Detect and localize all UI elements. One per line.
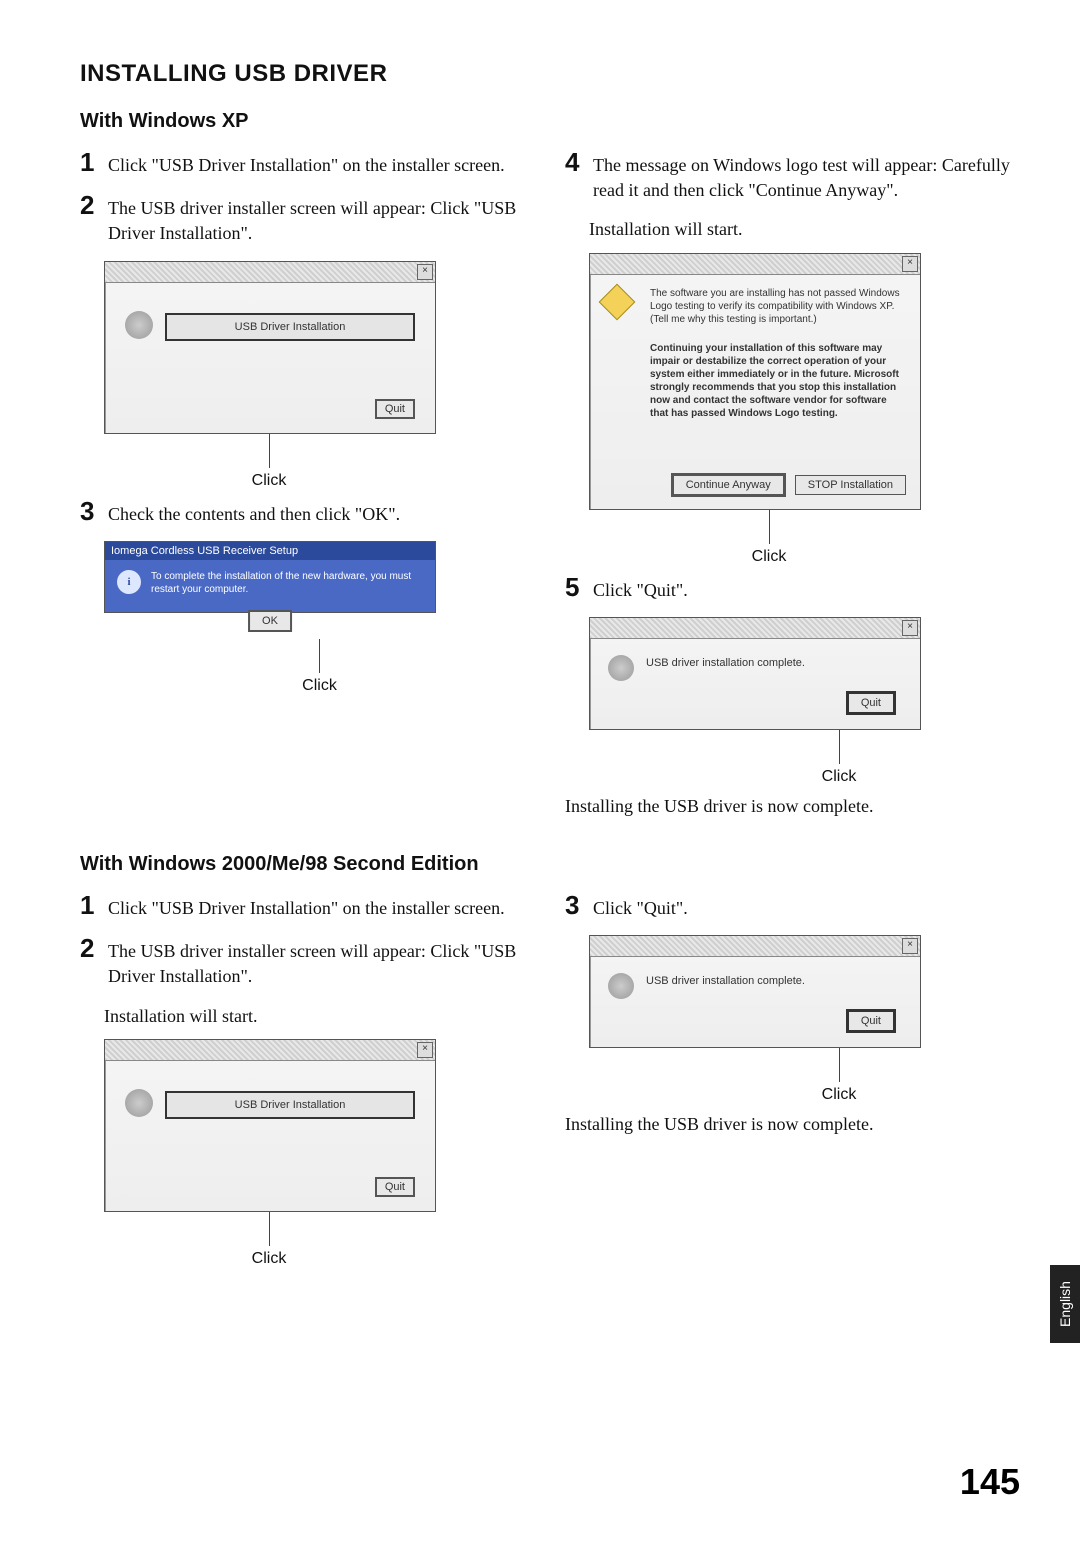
dialog-titlebar: Iomega Cordless USB Receiver Setup (105, 542, 435, 560)
w2k-complete-text: Installing the USB driver is now complet… (565, 1112, 1020, 1137)
dialog-installer: × USB Driver Installation Quit (104, 261, 436, 434)
step-number: 2 (80, 192, 100, 218)
w2k-step-3: 3 Click "Quit". (565, 892, 1020, 921)
pointer-line (769, 510, 770, 544)
continue-anyway-button[interactable]: Continue Anyway (671, 473, 786, 497)
dialog-message: To complete the installation of the new … (151, 570, 423, 596)
language-tab-label: English (1057, 1281, 1073, 1327)
stop-installation-button[interactable]: STOP Installation (795, 475, 906, 495)
w2k-col-left: 1 Click "USB Driver Installation" on the… (80, 892, 535, 1276)
xp-step-3: 3 Check the contents and then click "OK"… (80, 498, 535, 527)
w2k-columns: 1 Click "USB Driver Installation" on the… (80, 892, 1020, 1276)
dialog-titlebar: × (590, 254, 920, 275)
xp-figure-logo-warning: × The software you are installing has no… (589, 253, 1020, 566)
xp-step-1: 1 Click "USB Driver Installation" on the… (80, 149, 535, 178)
dialog-text-1: The software you are installing has not … (650, 287, 904, 326)
click-label: Click (822, 768, 857, 786)
section-heading-xp: With Windows XP (80, 110, 1020, 133)
xp-figure-installer: × USB Driver Installation Quit Click (104, 261, 535, 490)
dialog-installer: × USB Driver Installation Quit (104, 1039, 436, 1212)
cd-icon (125, 311, 153, 339)
quit-button[interactable]: Quit (375, 1177, 415, 1197)
manual-page: INSTALLING USB DRIVER With Windows XP 1 … (0, 0, 1080, 1543)
pointer-line (269, 434, 270, 468)
w2k-step-1: 1 Click "USB Driver Installation" on the… (80, 892, 535, 921)
dialog-quit: × USB driver installation complete. Quit (589, 935, 921, 1048)
step-text: Check the contents and then click "OK". (108, 498, 400, 527)
step-subtext: Installation will start. (589, 217, 1020, 242)
dialog-titlebar: × (590, 618, 920, 639)
w2k-step-2: 2 The USB driver installer screen will a… (80, 935, 535, 989)
xp-columns: 1 Click "USB Driver Installation" on the… (80, 149, 1020, 829)
step-number: 2 (80, 935, 100, 961)
step-text: Click "USB Driver Installation" on the i… (108, 892, 505, 921)
click-label: Click (252, 472, 287, 490)
click-label: Click (302, 677, 337, 695)
xp-figure-confirm: Iomega Cordless USB Receiver Setup i To … (104, 541, 535, 695)
language-tab: English (1050, 1265, 1080, 1343)
usb-driver-install-button[interactable]: USB Driver Installation (165, 1091, 415, 1119)
usb-driver-install-button[interactable]: USB Driver Installation (165, 313, 415, 341)
click-label: Click (822, 1086, 857, 1104)
info-icon: i (117, 570, 141, 594)
w2k-figure-installer: × USB Driver Installation Quit Click (104, 1039, 535, 1268)
pointer-line (269, 1212, 270, 1246)
step-text: The USB driver installer screen will app… (108, 192, 535, 246)
step-number: 1 (80, 149, 100, 175)
section-heading-w2k: With Windows 2000/Me/98 Second Edition (80, 853, 1020, 876)
xp-col-right: 4 The message on Windows logo test will … (565, 149, 1020, 829)
step-number: 3 (80, 498, 100, 524)
xp-step-5: 5 Click "Quit". (565, 574, 1020, 603)
w2k-figure-quit: × USB driver installation complete. Quit… (589, 935, 1020, 1104)
xp-step-4: 4 The message on Windows logo test will … (565, 149, 1020, 203)
warning-icon (599, 283, 636, 320)
page-number: 145 (960, 1461, 1020, 1503)
close-icon[interactable]: × (902, 938, 918, 954)
dialog-titlebar: × (105, 1040, 435, 1061)
pointer-line (839, 730, 840, 764)
cd-icon (608, 655, 634, 681)
dialog-quit: × USB driver installation complete. Quit (589, 617, 921, 730)
cd-icon (608, 973, 634, 999)
close-icon[interactable]: × (902, 620, 918, 636)
step-text: The message on Windows logo test will ap… (593, 149, 1020, 203)
quit-button[interactable]: Quit (846, 1009, 896, 1033)
close-icon[interactable]: × (417, 264, 433, 280)
step-number: 3 (565, 892, 585, 918)
ok-button[interactable]: OK (248, 610, 292, 632)
step-text: Click "Quit". (593, 892, 688, 921)
dialog-confirm: Iomega Cordless USB Receiver Setup i To … (104, 541, 436, 613)
click-label: Click (252, 1250, 287, 1268)
dialog-message: USB driver installation complete. (646, 975, 805, 987)
dialog-text-2: Continuing your installation of this sof… (650, 342, 904, 420)
pointer-line (319, 639, 320, 673)
quit-button[interactable]: Quit (846, 691, 896, 715)
step-number: 5 (565, 574, 585, 600)
step-text: The USB driver installer screen will app… (108, 935, 535, 989)
dialog-titlebar: × (590, 936, 920, 957)
xp-col-left: 1 Click "USB Driver Installation" on the… (80, 149, 535, 829)
quit-button[interactable]: Quit (375, 399, 415, 419)
xp-step-2: 2 The USB driver installer screen will a… (80, 192, 535, 246)
step-text: Click "Quit". (593, 574, 688, 603)
step-subtext: Installation will start. (104, 1004, 535, 1029)
click-label: Click (752, 548, 787, 566)
close-icon[interactable]: × (417, 1042, 433, 1058)
xp-figure-quit: × USB driver installation complete. Quit… (589, 617, 1020, 786)
pointer-line (839, 1048, 840, 1082)
dialog-titlebar: × (105, 262, 435, 283)
w2k-col-right: 3 Click "Quit". × USB driver installatio… (565, 892, 1020, 1276)
step-number: 1 (80, 892, 100, 918)
page-title: INSTALLING USB DRIVER (80, 60, 1020, 88)
close-icon[interactable]: × (902, 256, 918, 272)
cd-icon (125, 1089, 153, 1117)
step-text: Click "USB Driver Installation" on the i… (108, 149, 505, 178)
xp-complete-text: Installing the USB driver is now complet… (565, 794, 1020, 819)
dialog-logo-warning: × The software you are installing has no… (589, 253, 921, 510)
dialog-message: USB driver installation complete. (646, 657, 805, 669)
step-number: 4 (565, 149, 585, 175)
